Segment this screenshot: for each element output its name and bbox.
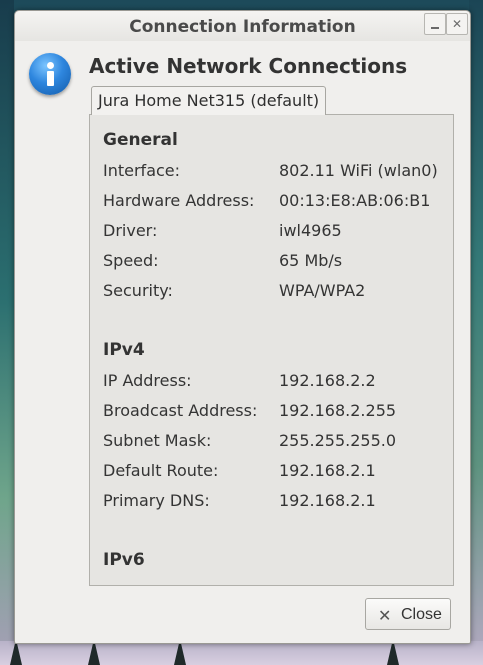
desktop-background-left xyxy=(0,0,14,665)
value-default-route: 192.168.2.1 xyxy=(279,461,376,480)
desktop-background-right xyxy=(469,0,483,665)
label-security: Security: xyxy=(103,281,173,300)
value-broadcast-address: 192.168.2.255 xyxy=(279,401,397,420)
connection-information-dialog: Connection Information ✕ Active Network … xyxy=(14,10,471,644)
info-icon xyxy=(29,53,71,95)
minimize-button[interactable] xyxy=(424,13,446,35)
value-interface: 802.11 WiFi (wlan0) xyxy=(279,161,438,180)
desktop-background-bottom xyxy=(0,639,483,665)
title-bar[interactable]: Connection Information ✕ xyxy=(15,11,470,41)
label-ip-address: IP Address: xyxy=(103,371,192,390)
label-hardware-address: Hardware Address: xyxy=(103,191,255,210)
value-primary-dns: 192.168.2.1 xyxy=(279,491,376,510)
page-title: Active Network Connections xyxy=(89,54,408,78)
label-broadcast-address: Broadcast Address: xyxy=(103,401,258,420)
label-speed: Speed: xyxy=(103,251,159,270)
value-driver: iwl4965 xyxy=(279,221,342,240)
section-title-general: General xyxy=(103,130,178,150)
minimize-icon xyxy=(431,27,439,29)
value-security: WPA/WPA2 xyxy=(279,281,366,300)
close-button[interactable]: ✕ Close xyxy=(365,598,451,630)
connection-details-panel: General Interface: 802.11 WiFi (wlan0) H… xyxy=(89,114,454,586)
section-title-ipv4: IPv4 xyxy=(103,340,145,360)
label-subnet-mask: Subnet Mask: xyxy=(103,431,212,450)
value-ip-address: 192.168.2.2 xyxy=(279,371,376,390)
close-button-label: Close xyxy=(401,606,442,623)
section-title-ipv6: IPv6 xyxy=(103,550,145,570)
label-interface: Interface: xyxy=(103,161,181,180)
close-icon: ✕ xyxy=(451,17,463,31)
label-default-route: Default Route: xyxy=(103,461,219,480)
window-close-button[interactable]: ✕ xyxy=(446,13,468,35)
value-speed: 65 Mb/s xyxy=(279,251,343,270)
tab-connection[interactable]: Jura Home Net315 (default) xyxy=(91,86,327,115)
close-icon: ✕ xyxy=(378,608,392,625)
window-title: Connection Information xyxy=(129,17,356,37)
value-subnet-mask: 255.255.255.0 xyxy=(279,431,397,450)
value-hardware-address: 00:13:E8:AB:06:B1 xyxy=(279,191,431,210)
label-driver: Driver: xyxy=(103,221,158,240)
label-primary-dns: Primary DNS: xyxy=(103,491,210,510)
